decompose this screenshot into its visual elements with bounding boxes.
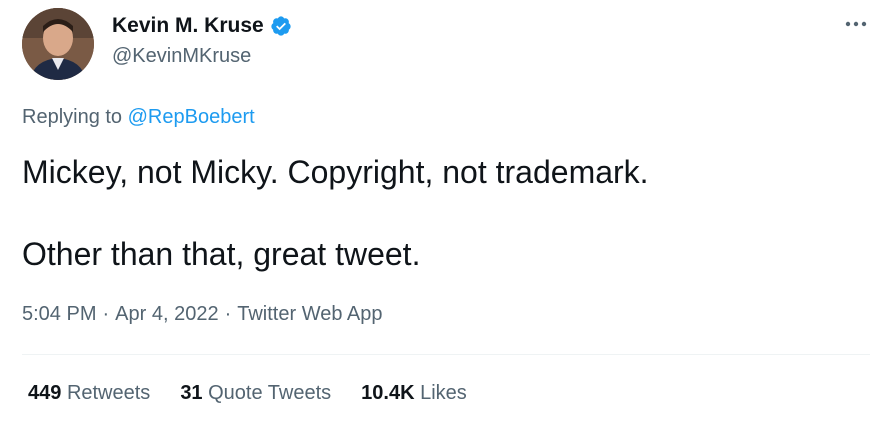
author-handle[interactable]: @KevinMKruse: [112, 45, 251, 68]
tweet-source[interactable]: Twitter Web App: [237, 303, 382, 325]
quote-tweets-label: Quote Tweets: [208, 382, 332, 404]
more-options-icon[interactable]: [842, 10, 870, 38]
author-display-name[interactable]: Kevin M. Kruse: [112, 14, 264, 38]
author-name-row: Kevin M. Kruse: [112, 14, 292, 38]
likes-label: Likes: [420, 382, 467, 404]
replying-to: Replying to @RepBoebert: [22, 106, 255, 129]
meta-separator: ·: [224, 303, 232, 325]
verified-badge-icon: [270, 15, 292, 37]
tweet-text-line-1: Mickey, not Micky. Copyright, not tradem…: [22, 154, 649, 190]
tweet-time[interactable]: 5:04 PM: [22, 303, 96, 325]
tweet-date[interactable]: Apr 4, 2022: [115, 303, 218, 325]
tweet-card: Kevin M. Kruse @KevinMKruse Replying to …: [0, 0, 892, 429]
divider: [22, 354, 870, 355]
reply-target-link[interactable]: @RepBoebert: [128, 106, 255, 128]
replying-to-label: Replying to: [22, 106, 123, 128]
quote-tweets-count: 31: [180, 382, 203, 404]
meta-separator: ·: [102, 303, 110, 325]
likes-stat[interactable]: 10.4K Likes: [361, 382, 467, 405]
tweet-text-line-2: Other than that, great tweet.: [22, 236, 421, 272]
quote-tweets-stat[interactable]: 31 Quote Tweets: [180, 382, 331, 405]
engagement-stats: 449 Retweets 31 Quote Tweets 10.4K Likes: [28, 382, 497, 405]
tweet-meta: 5:04 PM · Apr 4, 2022 · Twitter Web App: [22, 303, 383, 326]
retweets-label: Retweets: [66, 382, 151, 404]
retweets-count: 449: [28, 382, 62, 404]
likes-count: 10.4K: [361, 382, 415, 404]
retweets-stat[interactable]: 449 Retweets: [28, 382, 150, 405]
avatar[interactable]: [22, 8, 94, 80]
